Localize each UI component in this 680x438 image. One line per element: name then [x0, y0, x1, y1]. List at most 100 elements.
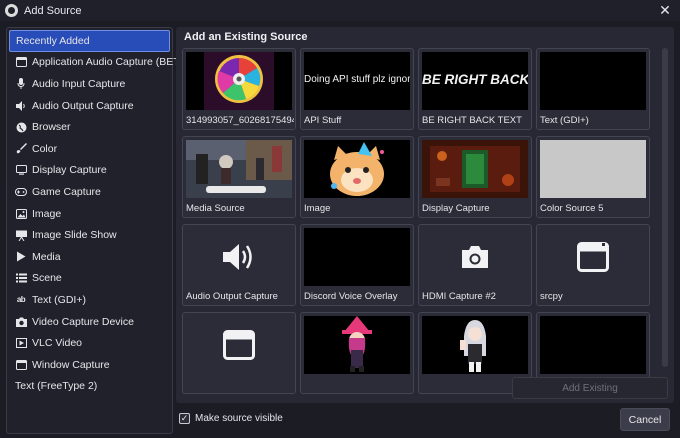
vlc-cone-icon — [15, 337, 27, 349]
thumbnail — [186, 228, 292, 286]
sidebar-item-label: Window Capture — [32, 358, 110, 371]
sidebar-item-video-capture-device[interactable]: Video Capture Device — [9, 311, 170, 333]
sidebar-item-vlc-video[interactable]: VLC Video — [9, 332, 170, 354]
source-label: Media Source — [186, 203, 245, 214]
source-card[interactable]: Doing API stuff plz ignore API Stuff — [300, 48, 414, 130]
source-grid: 314993057_6026817549490 Doing API stuff … — [182, 48, 660, 397]
sidebar-item-label: Display Capture — [32, 164, 107, 177]
panel-title: Add an Existing Source — [184, 31, 308, 43]
sidebar-item-label: Application Audio Capture (BETA) — [32, 56, 190, 69]
source-label: BE RIGHT BACK TEXT — [422, 115, 522, 126]
sidebar-item-audio-output-capture[interactable]: Audio Output Capture — [9, 95, 170, 117]
source-card[interactable] — [182, 312, 296, 394]
cartoon-cat-image — [304, 140, 410, 198]
speaker-icon — [15, 100, 27, 112]
window-title: Add Source — [24, 4, 82, 17]
source-card[interactable]: 314993057_6026817549490 — [182, 48, 296, 130]
thumbnail — [540, 52, 646, 110]
camera-icon — [422, 228, 528, 286]
source-label: 314993057_6026817549490 — [186, 115, 294, 126]
paint-brush-icon — [15, 143, 27, 155]
window-icon — [186, 316, 292, 374]
window-icon — [15, 359, 27, 371]
thumbnail — [304, 228, 410, 286]
close-icon[interactable]: ✕ — [658, 3, 672, 17]
sidebar-item-display-capture[interactable]: Display Capture — [9, 160, 170, 182]
source-label: HDMI Capture #2 — [422, 291, 496, 302]
sidebar-item-image-slide-show[interactable]: Image Slide Show — [9, 224, 170, 246]
source-type-list: Recently Added Application Audio Capture… — [6, 27, 189, 434]
sidebar-item-recently-added[interactable]: Recently Added — [9, 30, 170, 52]
sidebar-item-label: Audio Input Capture — [32, 77, 126, 90]
source-card[interactable]: Media Source — [182, 136, 296, 218]
source-card[interactable]: BE RIGHT BACK BE RIGHT BACK TEXT — [418, 48, 532, 130]
sidebar-item-application-audio-capture[interactable]: Application Audio Capture (BETA) — [9, 52, 189, 74]
source-label: Discord Voice Overlay — [304, 291, 398, 302]
camera-icon — [15, 316, 27, 328]
sidebar-item-media[interactable]: Media — [9, 246, 170, 268]
witch-character-image — [304, 316, 410, 374]
obs-logo-icon — [5, 4, 18, 17]
source-card[interactable]: Audio Output Capture — [182, 224, 296, 306]
thumbnail-text: Doing API stuff plz ignore — [304, 74, 410, 85]
sidebar-item-label: VLC Video — [32, 337, 83, 350]
speaker-icon — [186, 228, 292, 286]
source-label: srcpy — [540, 291, 563, 302]
source-label: Image — [304, 203, 331, 214]
microphone-icon — [15, 78, 27, 90]
sidebar-item-label: Image Slide Show — [32, 229, 117, 242]
spinning-wheel-image — [186, 52, 292, 110]
source-label: Audio Output Capture — [186, 291, 278, 302]
source-card[interactable]: Image — [300, 136, 414, 218]
make-visible-label: Make source visible — [195, 413, 283, 424]
source-card[interactable]: Display Capture — [418, 136, 532, 218]
thumbnail: BE RIGHT BACK — [422, 52, 528, 110]
make-source-visible-row[interactable]: ✓ Make source visible — [179, 413, 283, 424]
sidebar-item-label: Text (FreeType 2) — [15, 380, 98, 393]
sidebar-item-color[interactable]: Color — [9, 138, 170, 160]
make-visible-checkbox[interactable]: ✓ — [179, 413, 190, 424]
thumbnail: Doing API stuff plz ignore — [304, 52, 410, 110]
existing-sources-panel: Add an Existing Source 314993057_6026817… — [176, 27, 674, 403]
game-scene-image — [186, 140, 292, 198]
monitor-icon — [15, 164, 27, 176]
scrollbar[interactable] — [662, 48, 668, 367]
sidebar-item-label: Color — [32, 142, 58, 155]
source-card[interactable] — [300, 312, 414, 394]
sidebar-item-label: Game Capture — [32, 185, 101, 198]
sidebar-item-audio-input-capture[interactable]: Audio Input Capture — [9, 73, 170, 95]
sidebar-item-text-freetype[interactable]: Text (FreeType 2) — [9, 376, 170, 398]
thumbnail-text: BE RIGHT BACK — [422, 72, 528, 87]
play-icon — [15, 251, 27, 263]
globe-icon — [15, 121, 27, 133]
red-screen-image — [422, 140, 528, 198]
source-label: API Stuff — [304, 115, 342, 126]
sidebar-item-label: Media — [32, 250, 61, 263]
sidebar-item-label: Recently Added — [16, 34, 90, 47]
sidebar-item-label: Video Capture Device — [32, 315, 134, 328]
source-card[interactable]: Text (GDI+) — [536, 48, 650, 130]
sidebar-item-browser[interactable]: Browser — [9, 116, 170, 138]
source-card[interactable]: HDMI Capture #2 — [418, 224, 532, 306]
source-label: Text (GDI+) — [540, 115, 589, 126]
thumbnail — [186, 316, 292, 374]
sidebar-item-text-gdi[interactable]: ab Text (GDI+) — [9, 289, 170, 311]
source-label: Color Source 5 — [540, 203, 604, 214]
sidebar-item-label: Browser — [32, 121, 71, 134]
add-existing-button[interactable]: Add Existing — [512, 377, 668, 399]
cancel-button[interactable]: Cancel — [620, 408, 670, 431]
source-card[interactable]: Color Source 5 — [536, 136, 650, 218]
source-card[interactable]: srcpy — [536, 224, 650, 306]
thumbnail — [540, 228, 646, 286]
sidebar-item-label: Text (GDI+) — [32, 293, 86, 306]
source-card[interactable]: Discord Voice Overlay — [300, 224, 414, 306]
sidebar-item-image[interactable]: Image — [9, 203, 170, 225]
thumbnail — [422, 228, 528, 286]
light-gray-fill — [540, 140, 646, 198]
title-bar: Add Source ✕ — [0, 0, 680, 21]
sidebar-item-scene[interactable]: Scene — [9, 268, 170, 290]
sidebar-item-game-capture[interactable]: Game Capture — [9, 181, 170, 203]
gamepad-icon — [15, 186, 27, 198]
silver-hair-character-image — [422, 316, 528, 374]
sidebar-item-window-capture[interactable]: Window Capture — [9, 354, 170, 376]
